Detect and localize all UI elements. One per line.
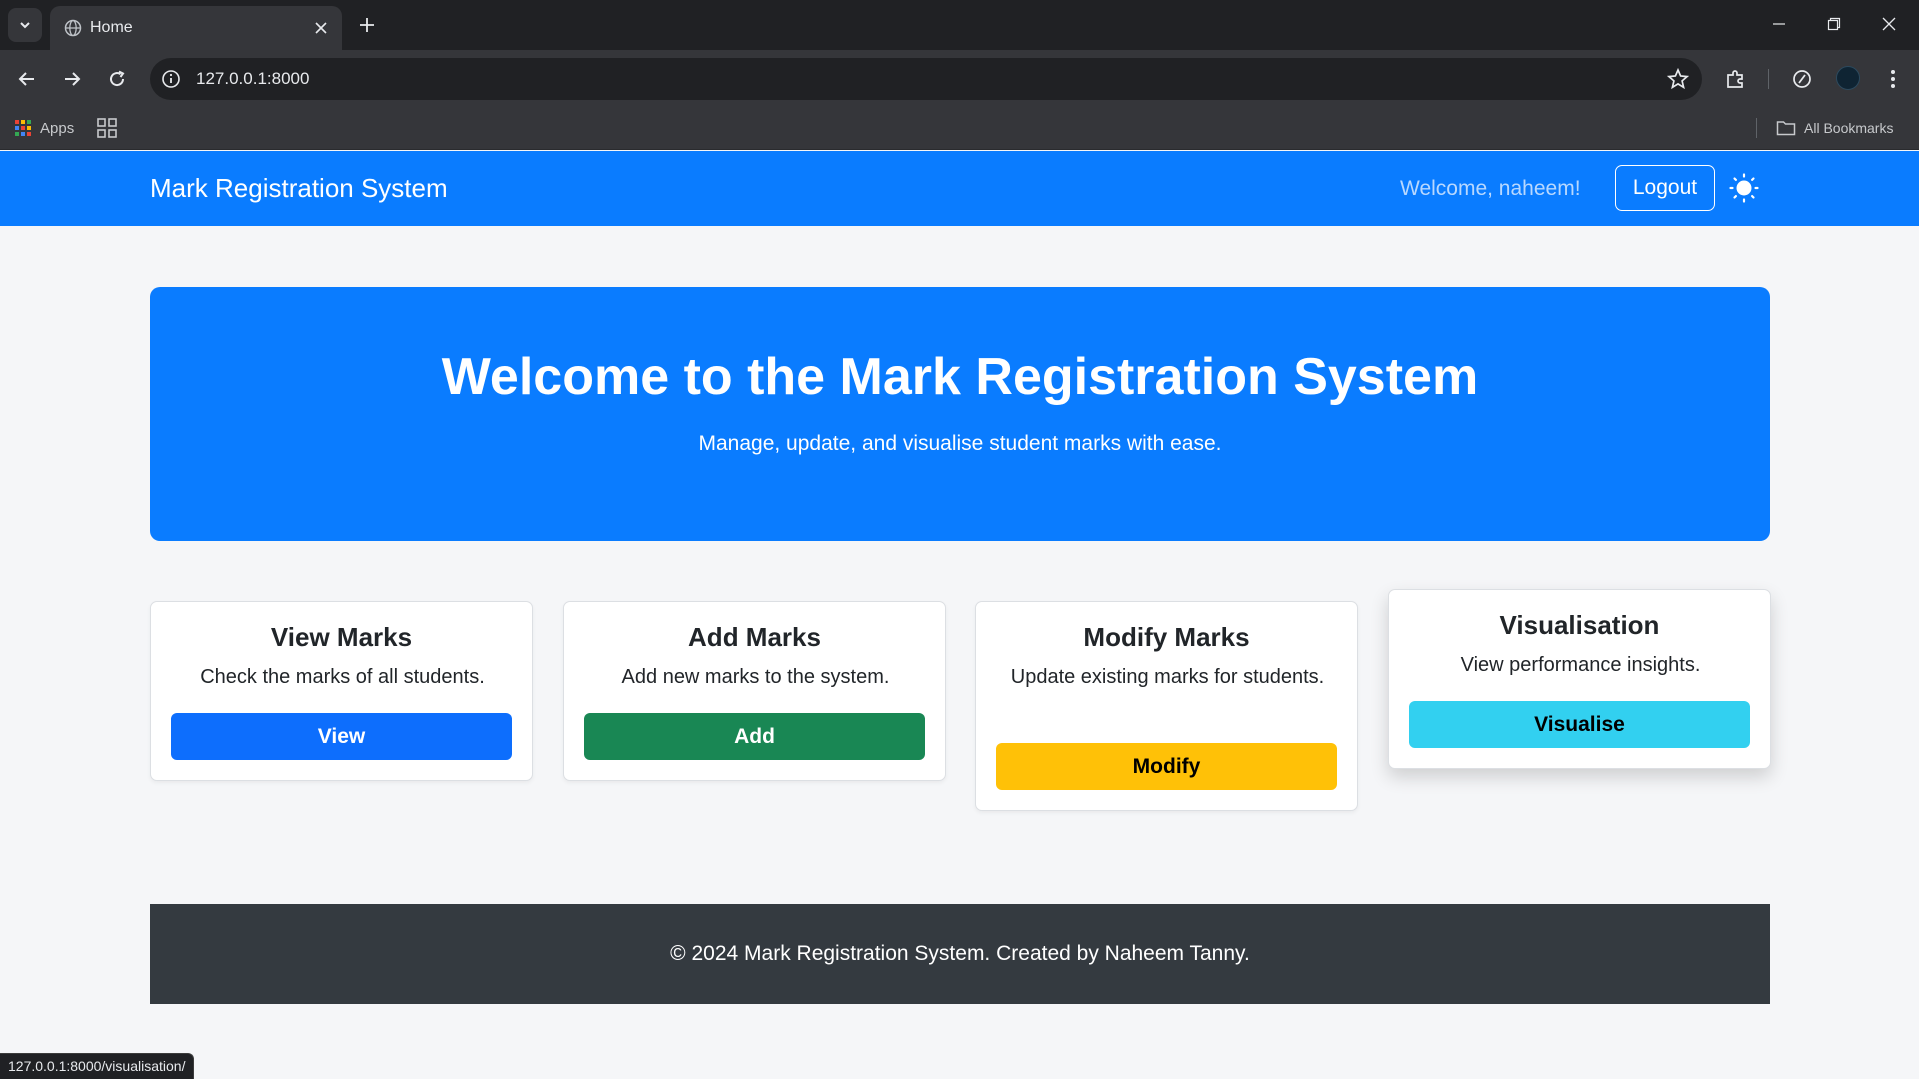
add-button[interactable]: Add <box>584 713 925 760</box>
navbar-brand[interactable]: Mark Registration System <box>150 173 448 204</box>
minimize-icon <box>1773 23 1785 25</box>
footer-text: © 2024 Mark Registration System. Created… <box>670 942 1250 965</box>
toolbar-divider <box>1768 69 1769 89</box>
bookmark-star-icon[interactable] <box>1666 67 1690 91</box>
modify-button[interactable]: Modify <box>996 743 1337 790</box>
speedometer-icon <box>1793 70 1811 88</box>
sun-icon <box>1729 173 1759 203</box>
restore-button[interactable] <box>1811 6 1857 42</box>
close-window-button[interactable] <box>1866 6 1912 42</box>
status-bar-url: 127.0.0.1:8000/visualisation/ <box>0 1053 195 1079</box>
card-text: Update existing marks for students. <box>1010 666 1325 688</box>
bookmark-apps[interactable]: Apps <box>14 116 74 140</box>
card-text: Add new marks to the system. <box>621 666 890 688</box>
view-button[interactable]: View <box>171 713 512 760</box>
theme-toggle-button[interactable] <box>1727 171 1761 205</box>
site-navbar: Mark Registration System Welcome, naheem… <box>0 151 1919 226</box>
arrow-right-icon <box>65 72 81 86</box>
profile-avatar[interactable] <box>1836 66 1860 90</box>
all-bookmarks-label: All Bookmarks <box>1804 120 1894 136</box>
bookmarks-divider <box>1756 118 1757 138</box>
bookmark-apps-label: Apps <box>40 119 75 137</box>
visualise-button[interactable]: Visualise <box>1409 701 1750 748</box>
folder-icon <box>1776 121 1796 136</box>
card-title: Modify Marks <box>1083 622 1250 652</box>
tab-title: Home <box>90 19 133 36</box>
logout-button[interactable]: Logout <box>1615 165 1715 211</box>
hero-banner: Welcome to the Mark Registration System … <box>150 287 1770 541</box>
reload-button[interactable] <box>100 62 134 96</box>
address-bar-url: 127.0.0.1:8000 <box>196 69 310 88</box>
tab-close-button[interactable] <box>310 17 332 39</box>
card-title: View Marks <box>270 622 413 652</box>
card-text: Check the marks of all students. <box>200 666 485 688</box>
site-info-icon[interactable] <box>160 68 182 90</box>
tab-groups-icon[interactable] <box>96 117 118 139</box>
forward-button[interactable] <box>55 62 89 96</box>
card-title: Visualisation <box>1499 610 1660 640</box>
card-modify-marks: Modify Marks Update existing marks for s… <box>975 601 1358 811</box>
all-bookmarks-button[interactable]: All Bookmarks <box>1776 116 1893 140</box>
apps-grid-icon <box>15 120 31 136</box>
bookmarks-bar: Apps All Bookmarks <box>0 106 1919 150</box>
globe-icon <box>64 19 82 37</box>
tab-search-button[interactable] <box>8 8 42 42</box>
site-footer: © 2024 Mark Registration System. Created… <box>150 904 1770 1004</box>
browser-menu-button[interactable] <box>1877 63 1909 95</box>
browser-toolbar: 127.0.0.1:8000 <box>0 50 1919 106</box>
address-bar[interactable]: 127.0.0.1:8000 <box>150 58 1702 100</box>
puzzle-icon <box>1727 70 1743 88</box>
chevron-down-icon <box>20 22 30 29</box>
card-text: View performance insights. <box>1460 654 1701 676</box>
close-icon <box>1882 17 1896 31</box>
card-view-marks: View Marks Check the marks of all studen… <box>150 601 533 781</box>
back-button[interactable] <box>10 62 44 96</box>
close-icon <box>315 22 327 34</box>
tab-home[interactable]: Home <box>50 6 342 50</box>
welcome-message: Welcome, naheem! <box>1400 177 1581 200</box>
hero-title: Welcome to the Mark Registration System <box>441 348 1479 406</box>
hero-subtitle: Manage, update, and visualise student ma… <box>698 432 1222 455</box>
restore-icon <box>1827 17 1841 31</box>
performance-button[interactable] <box>1786 63 1818 95</box>
more-vertical-icon <box>1891 70 1895 88</box>
extensions-button[interactable] <box>1720 63 1752 95</box>
plus-icon <box>360 18 374 32</box>
arrow-left-icon <box>18 72 34 86</box>
card-visualisation: Visualisation View performance insights.… <box>1388 589 1771 769</box>
browser-tabstrip: Home <box>0 0 1919 50</box>
card-title: Add Marks <box>688 622 821 652</box>
reload-icon <box>110 70 125 87</box>
minimize-button[interactable] <box>1756 6 1802 42</box>
new-tab-button[interactable] <box>350 8 384 42</box>
card-add-marks: Add Marks Add new marks to the system. A… <box>563 601 946 781</box>
